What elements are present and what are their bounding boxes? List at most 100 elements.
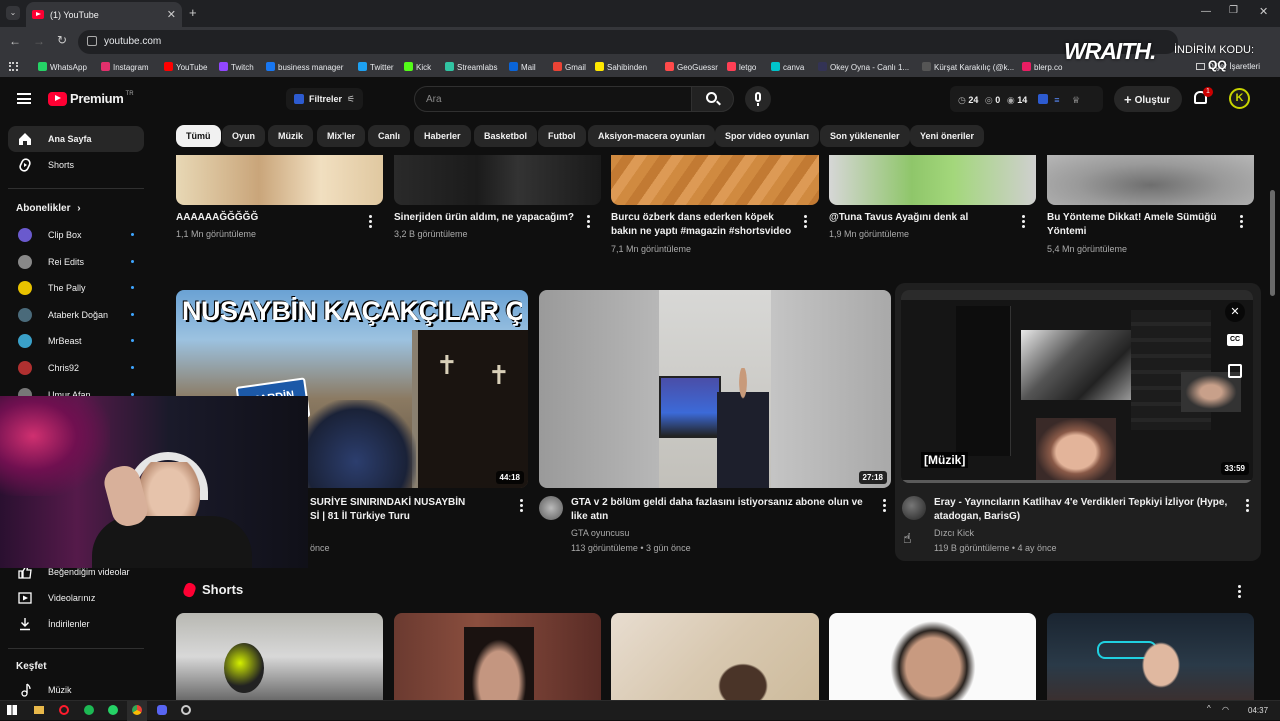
opera-icon[interactable]: [59, 705, 69, 715]
video-title[interactable]: Burcu özberk dans ederken köpek bakın ne …: [611, 211, 801, 239]
short-thumbnail[interactable]: [829, 613, 1036, 700]
sidebar-item-shorts[interactable]: Shorts: [8, 152, 144, 178]
back-icon[interactable]: ←: [9, 34, 21, 48]
video-title[interactable]: Bu Yönteme Dikkat! Amele Sümüğü Yöntemi: [1047, 211, 1237, 239]
search-input[interactable]: Ara: [414, 86, 692, 112]
channel-avatar[interactable]: [539, 496, 563, 520]
taskbar-clock[interactable]: 04:37: [1248, 706, 1268, 715]
more-options-icon[interactable]: [1022, 214, 1026, 228]
sidebar-subscription[interactable]: Chris92: [8, 355, 144, 381]
more-options-icon[interactable]: [1246, 498, 1250, 512]
short-thumbnail[interactable]: [176, 613, 383, 700]
short-thumbnail[interactable]: [1047, 613, 1254, 700]
page-scrollbar[interactable]: [1270, 190, 1275, 296]
bookmark-item[interactable]: Kick: [404, 62, 431, 72]
sidebar-subscription[interactable]: Ataberk Doğan: [8, 302, 144, 328]
extension-badge-icon[interactable]: [1037, 94, 1048, 104]
miniplayer-icon[interactable]: [1228, 364, 1242, 378]
chip-5[interactable]: Haberler: [414, 125, 471, 147]
voice-search-button[interactable]: [745, 86, 771, 112]
chip-2[interactable]: Müzik: [268, 125, 314, 147]
bookmark-item[interactable]: Gmail: [553, 62, 586, 72]
reload-icon[interactable]: ↻: [57, 33, 67, 47]
sidebar-item-your-videos[interactable]: Videolarınız: [8, 585, 144, 611]
more-options-icon[interactable]: [1240, 214, 1244, 228]
bookmark-item[interactable]: Instagram: [101, 62, 149, 72]
chip-1[interactable]: Oyun: [222, 125, 266, 147]
search-button[interactable]: [691, 86, 734, 112]
chip-4[interactable]: Canlı: [368, 125, 411, 147]
channel-avatar[interactable]: [902, 496, 926, 520]
bookmark-item[interactable]: WhatsApp: [38, 62, 87, 72]
trophy-icon[interactable]: ♕: [1072, 95, 1080, 105]
bookmark-item[interactable]: Mail: [509, 62, 536, 72]
sidebar-item-home[interactable]: Ana Sayfa: [8, 126, 144, 152]
more-options-icon[interactable]: [369, 214, 373, 228]
tab-search-button[interactable]: ⌄: [6, 6, 20, 20]
sidebar-subscription[interactable]: MrBeast: [8, 328, 144, 354]
progress-track[interactable]: [901, 480, 1253, 483]
chip-11[interactable]: Yeni öneriler: [910, 125, 985, 147]
window-minimize-icon[interactable]: —: [1201, 6, 1211, 17]
bookmark-item[interactable]: Sahibinden: [595, 62, 647, 72]
window-close-icon[interactable]: ✕: [1259, 5, 1268, 18]
spotify-icon[interactable]: [84, 705, 94, 715]
whatsapp-icon[interactable]: [108, 705, 118, 715]
chip-8[interactable]: Aksiyon-macera oyunları: [588, 125, 716, 147]
list-icon[interactable]: ≡: [1054, 95, 1059, 105]
chip-0[interactable]: Tümü: [176, 125, 221, 147]
chip-7[interactable]: Futbol: [538, 125, 586, 147]
bookmark-item[interactable]: business manager: [266, 62, 343, 72]
video-thumbnail[interactable]: [1047, 155, 1254, 205]
obs-icon[interactable]: [181, 705, 191, 715]
video-title[interactable]: GTA v 2 bölüm geldi daha fazlasını istiy…: [571, 496, 871, 524]
sidebar-subscription[interactable]: The Pally: [8, 275, 144, 301]
window-restore-icon[interactable]: ❐: [1229, 5, 1238, 16]
bookmark-item[interactable]: GeoGuessr: [665, 62, 718, 72]
closed-captions-icon[interactable]: CC: [1227, 334, 1243, 346]
video-title[interactable]: @Tuna Tavus Ayağını denk al: [829, 211, 1019, 225]
more-options-icon[interactable]: [587, 214, 591, 228]
other-bookmarks[interactable]: Diğer İşaretleri: [1196, 62, 1260, 71]
account-avatar[interactable]: K: [1229, 88, 1250, 109]
youtube-logo[interactable]: Premium TR: [48, 91, 134, 106]
sidebar-subscription[interactable]: Clip Box: [8, 222, 144, 248]
sidebar-subscription[interactable]: Rei Edits: [8, 249, 144, 275]
chip-6[interactable]: Basketbol: [474, 125, 538, 147]
bookmark-item[interactable]: Twitter: [358, 62, 394, 72]
chip-9[interactable]: Spor video oyunları: [715, 125, 820, 147]
video-thumbnail[interactable]: [829, 155, 1036, 205]
video-thumbnail[interactable]: [176, 155, 383, 205]
channel-name[interactable]: Dızcı Kick: [934, 526, 974, 540]
video-thumbnail-gta[interactable]: 27:18: [539, 290, 891, 488]
address-bar[interactable]: youtube.com: [78, 30, 1178, 54]
file-explorer-icon[interactable]: [34, 706, 44, 714]
video-title[interactable]: Eray - Yayıncıların Katlihav 4'e Verdikl…: [934, 496, 1239, 524]
video-title[interactable]: Sinerjiden ürün aldım, ne yapacağım?: [394, 211, 584, 225]
tab-close-icon[interactable]: ✕: [167, 8, 176, 21]
forward-icon[interactable]: →: [33, 34, 45, 48]
tray-chevron-up-icon[interactable]: ^: [1207, 704, 1211, 713]
new-tab-button[interactable]: +: [189, 5, 197, 20]
chip-10[interactable]: Son yüklenenler: [820, 125, 910, 147]
sidebar-item-downloads[interactable]: İndirilenler: [8, 611, 144, 637]
bookmark-item[interactable]: Kürşat Karakılıç (@k...: [922, 62, 1014, 72]
site-info-icon[interactable]: [87, 36, 97, 46]
bookmark-item[interactable]: Twitch: [219, 62, 254, 72]
menu-hamburger-icon[interactable]: [17, 93, 31, 104]
windows-start-icon[interactable]: [7, 705, 17, 715]
more-options-icon[interactable]: [883, 498, 887, 512]
video-thumbnail[interactable]: [394, 155, 601, 205]
video-thumbnail[interactable]: [611, 155, 819, 205]
create-button[interactable]: + Oluştur: [1114, 86, 1183, 112]
shorts-more-options-icon[interactable]: [1238, 584, 1242, 598]
video-title[interactable]: AAAAAAĞĞĞĞĞ: [176, 211, 366, 225]
bookmark-item[interactable]: blerp.co: [1022, 62, 1062, 72]
more-options-icon[interactable]: [520, 498, 524, 512]
apps-grid-icon[interactable]: [9, 62, 18, 71]
channel-name[interactable]: GTA oyuncusu: [571, 526, 629, 540]
bookmark-item[interactable]: Streamlabs: [445, 62, 497, 72]
video-thumbnail-preview[interactable]: [Müzik] ✕ CC 33:59: [901, 290, 1253, 483]
bookmark-item[interactable]: Okey Oyna - Canlı 1...: [818, 62, 909, 72]
bookmark-item[interactable]: canva: [771, 62, 804, 72]
